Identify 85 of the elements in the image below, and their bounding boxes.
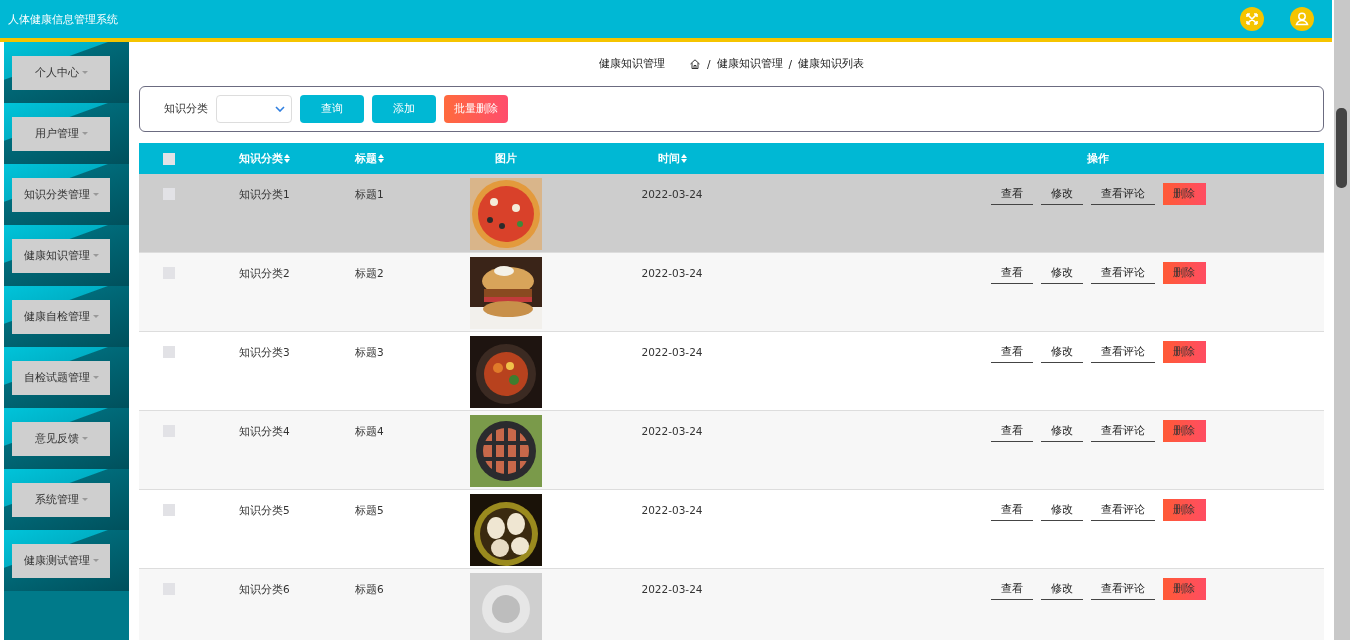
breadcrumb-link[interactable]: 健康知识列表 [798, 57, 865, 71]
action-button[interactable]: 修改 [1040, 341, 1083, 363]
caret-icon [81, 71, 88, 74]
caret-icon [92, 193, 99, 196]
table-cell: 标题4 [355, 425, 384, 437]
caret-icon [92, 254, 99, 257]
table-cell: 标题6 [355, 583, 384, 595]
checkbox[interactable] [163, 188, 175, 200]
table-cell: 2022-03-24 [641, 583, 703, 595]
action-button[interactable]: 查看评论 [1090, 420, 1155, 442]
scrollbar[interactable] [1334, 0, 1350, 640]
action-button[interactable]: 查看 [990, 420, 1033, 442]
delete-button[interactable]: 删除 [1162, 499, 1206, 521]
checkbox[interactable] [163, 504, 175, 516]
filter-label: 知识分类 [164, 102, 208, 116]
caret-icon [92, 376, 99, 379]
checkbox[interactable] [163, 346, 175, 358]
sidebar-item[interactable]: 知识分类管理 [12, 177, 110, 212]
table-cell: 标题1 [355, 188, 384, 200]
caret-icon [81, 498, 88, 501]
table-cell: 标题5 [355, 504, 384, 516]
action-button[interactable]: 查看 [990, 499, 1033, 521]
checkbox[interactable] [163, 152, 175, 165]
sidebar-item[interactable]: 用户管理 [12, 116, 110, 151]
action-button[interactable]: 查看评论 [1090, 578, 1155, 600]
action-button[interactable]: 查看 [990, 578, 1033, 600]
page-title: 健康知识管理 [598, 57, 665, 71]
app-title: 人体健康信息管理系统 [8, 11, 118, 27]
sidebar-item[interactable]: 系统管理 [12, 482, 110, 517]
sort-icon [378, 154, 384, 163]
table-cell: 2022-03-24 [641, 504, 703, 516]
table-cell: 2022-03-24 [641, 346, 703, 358]
table-cell: 2022-03-24 [641, 267, 703, 279]
sidebar-item[interactable]: 个人中心 [12, 55, 110, 90]
user-icon[interactable] [1290, 7, 1314, 31]
table-cell: 知识分类1 [239, 188, 290, 200]
sidebar-item[interactable]: 健康知识管理 [12, 238, 110, 273]
breadcrumb-link[interactable]: 健康知识管理 [716, 57, 783, 71]
delete-button[interactable]: 删除 [1162, 578, 1206, 600]
delete-button[interactable]: 删除 [1162, 262, 1206, 284]
table-cell: 标题3 [355, 346, 384, 358]
sidebar-item[interactable]: 健康测试管理 [12, 543, 110, 578]
table-cell: 知识分类6 [239, 583, 290, 595]
action-button[interactable]: 修改 [1040, 420, 1083, 442]
action-button[interactable]: 修改 [1040, 499, 1083, 521]
action-button[interactable]: 查看评论 [1090, 499, 1155, 521]
action-button[interactable]: 查看评论 [1090, 183, 1155, 205]
action-button[interactable]: 修改 [1040, 183, 1083, 205]
caret-icon [81, 132, 88, 135]
table-row[interactable]: 知识分类2 标题2 2022-03-24 查看 修改 查看评论 删除 [139, 253, 1324, 332]
table-cell: 2022-03-24 [641, 188, 703, 200]
table-cell: 知识分类5 [239, 504, 290, 516]
breadcrumb-separator: / [706, 58, 711, 70]
sidebar-item[interactable]: 健康自检管理 [12, 299, 110, 334]
delete-button[interactable]: 删除 [1162, 341, 1206, 363]
table-cell: 知识分类4 [239, 425, 290, 437]
delete-button[interactable]: 删除 [1162, 183, 1206, 205]
action-button[interactable]: 查看评论 [1090, 262, 1155, 284]
table-row[interactable]: 知识分类6 标题6 2022-03-24 查看 修改 查看评论 删除 [139, 569, 1324, 640]
table-row[interactable]: 知识分类4 标题4 2022-03-24 查看 修改 查看评论 删除 [139, 411, 1324, 490]
action-button[interactable]: 修改 [1040, 262, 1083, 284]
action-button[interactable]: 查看 [990, 341, 1033, 363]
breadcrumb-separator: / [788, 58, 793, 70]
fullscreen-icon[interactable] [1240, 7, 1264, 31]
home-icon[interactable] [688, 58, 701, 70]
action-button[interactable]: 查看评论 [1090, 341, 1155, 363]
sidebar-item[interactable]: 意见反馈 [12, 421, 110, 456]
action-button[interactable]: 查看 [990, 183, 1033, 205]
action-button[interactable]: 查看 [990, 262, 1033, 284]
table-row[interactable]: 知识分类1 标题1 2022-03-24 查看 修改 查看评论 删除 [139, 174, 1324, 253]
caret-icon [81, 437, 88, 440]
action-button[interactable]: 修改 [1040, 578, 1083, 600]
table-cell: 标题2 [355, 267, 384, 279]
delete-button[interactable]: 删除 [1162, 420, 1206, 442]
category-select[interactable] [216, 95, 292, 123]
caret-icon [92, 315, 99, 318]
table-cell: 知识分类3 [239, 346, 290, 358]
sidebar-item[interactable]: 自检试题管理 [12, 360, 110, 395]
chevron-icon [275, 106, 285, 112]
table-cell: 知识分类2 [239, 267, 290, 279]
caret-icon [92, 559, 99, 562]
table-cell: 2022-03-24 [641, 425, 703, 437]
sort-icon [680, 154, 687, 163]
sort-icon [284, 154, 290, 163]
scrollbar-thumb[interactable] [1336, 108, 1347, 188]
